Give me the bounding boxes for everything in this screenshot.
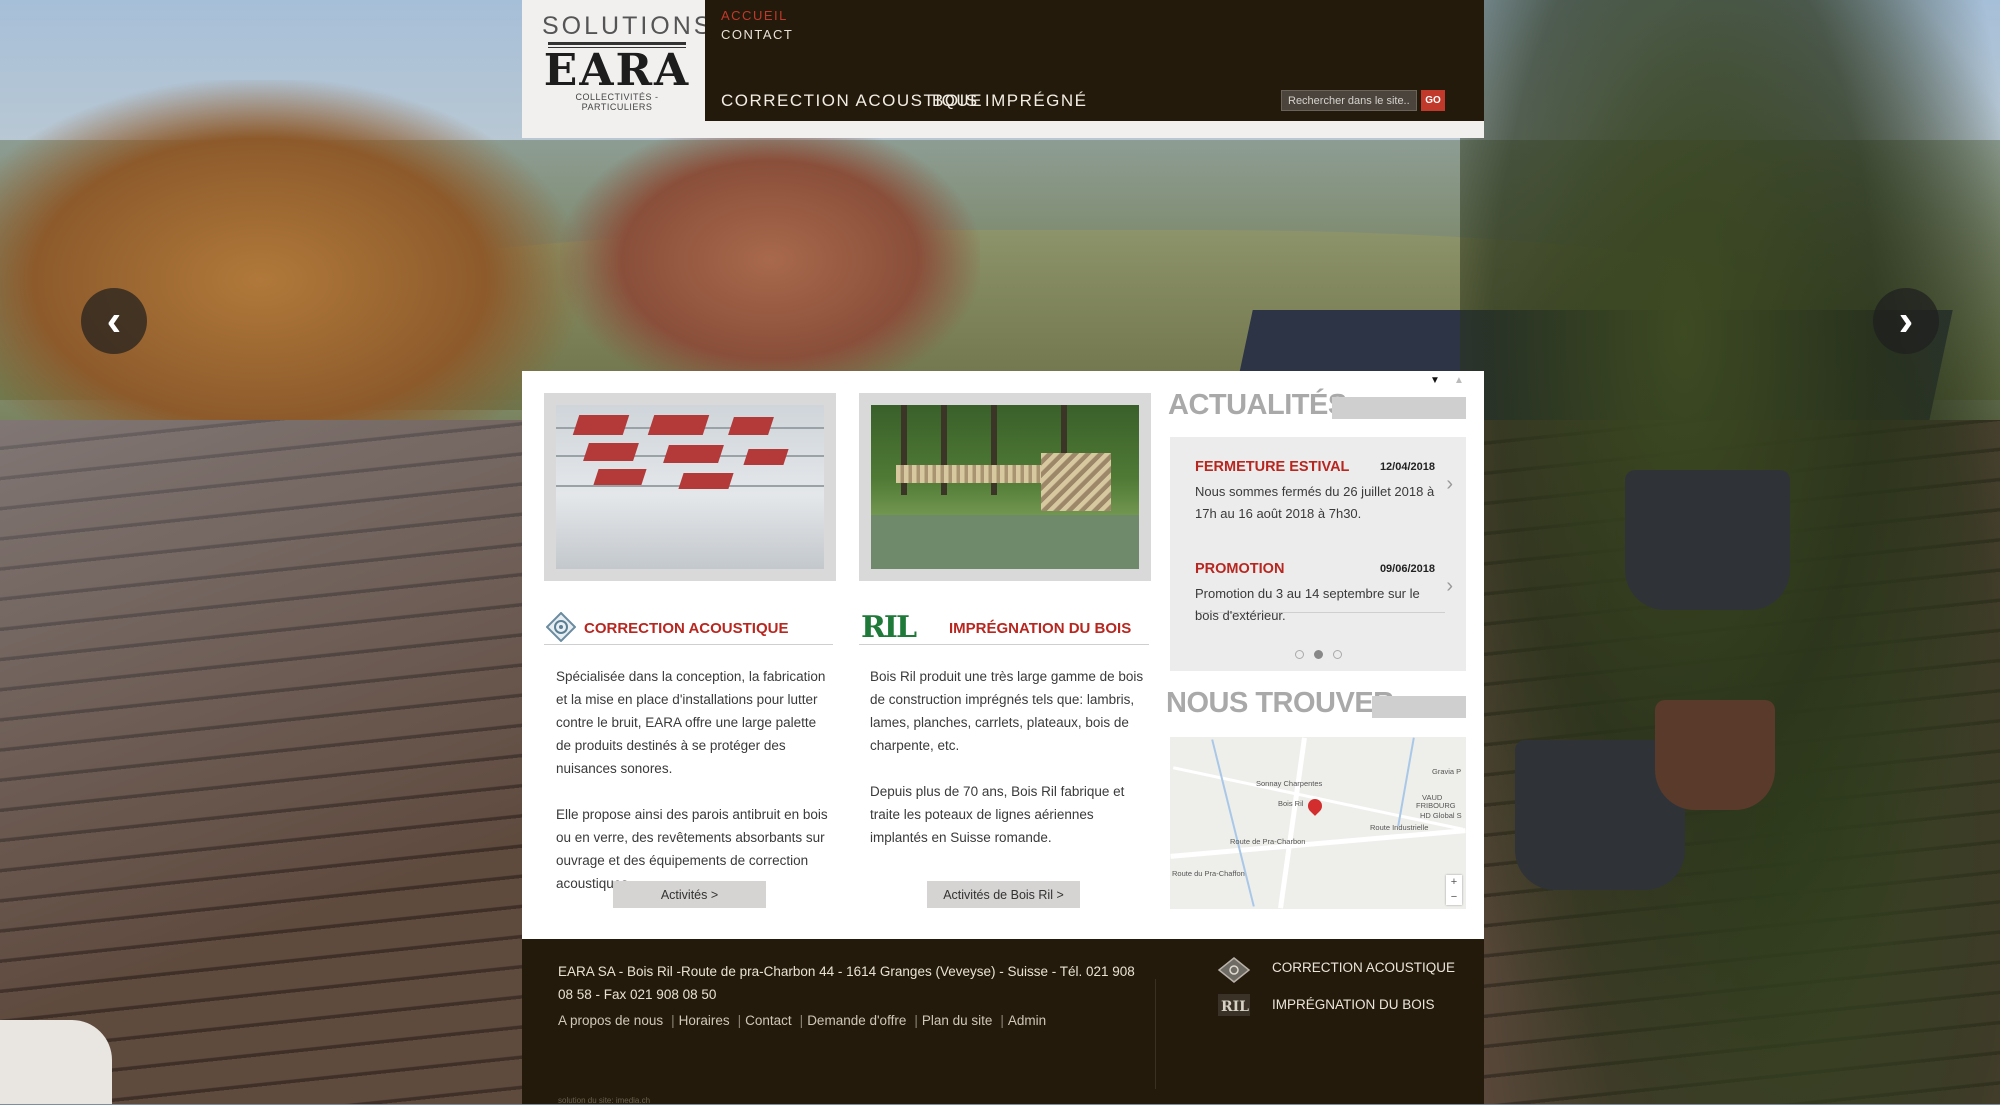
acoustic-image[interactable] <box>544 393 836 581</box>
site-header: SOLUTIONS EARA COLLECTIVITÉS - PARTICULI… <box>522 0 1484 138</box>
footer-link-sitemap[interactable]: Plan du site <box>922 1013 993 1028</box>
nav-link-contact[interactable]: CONTACT <box>721 27 793 42</box>
footer-link-hours[interactable]: Horaires <box>679 1013 730 1028</box>
search-input[interactable] <box>1281 90 1417 111</box>
site-footer: EARA SA - Bois Ril -Route de pra-Charbon… <box>522 939 1484 1105</box>
news-dot-3[interactable] <box>1333 650 1342 659</box>
nav-link-bois-impregne[interactable]: BOIS IMPRÉGNÉ <box>932 91 1088 111</box>
footer-link-correction-acoustique[interactable]: CORRECTION ACOUSTIQUE <box>1272 960 1455 975</box>
footer-link-contact[interactable]: Contact <box>745 1013 792 1028</box>
news-item[interactable]: FERMETURE ESTIVAL 12/04/2018 Nous sommes… <box>1195 459 1453 525</box>
logo-brand-text: EARA <box>543 45 691 96</box>
footer-address: EARA SA - Bois Ril -Route de pra-Charbon… <box>558 964 1135 1002</box>
search-go-button[interactable]: GO <box>1421 90 1445 111</box>
footer-links: A propos de nous | Horaires | Contact | Demand… <box>558 1013 1047 1028</box>
nav-link-accueil[interactable]: ACCUEIL <box>721 8 788 23</box>
chevron-right-icon[interactable]: › <box>1446 575 1453 598</box>
chevron-left-icon: ‹ <box>106 296 122 345</box>
zoom-in-icon[interactable]: + <box>1446 875 1462 890</box>
slider-prev-button[interactable]: ‹ <box>81 288 147 354</box>
footer-link-about[interactable]: A propos de nous <box>558 1013 663 1028</box>
collapse-up-icon[interactable]: ▲ <box>1454 375 1464 386</box>
map-zoom-control[interactable]: + − <box>1446 875 1462 905</box>
logo-top-text: SOLUTIONS <box>542 12 714 40</box>
wood-description: Bois Ril produit une très large gamme de… <box>870 669 1144 845</box>
bois-ril-activities-button[interactable]: Activités de Bois Ril > <box>927 881 1080 908</box>
main-navigation: ACCUEIL CONTACT CORRECTION ACOUSTIQUE BO… <box>705 0 1484 121</box>
news-dot-2[interactable] <box>1314 650 1323 659</box>
news-box: FERMETURE ESTIVAL 12/04/2018 Nous sommes… <box>1170 437 1466 671</box>
bois-ril-logo-icon: RIL <box>1218 994 1250 1016</box>
news-pagination <box>1295 650 1342 659</box>
find-us-title: NOUS TROUVER <box>1166 687 1394 719</box>
location-map[interactable]: Sonnay Charpentes Bois Ril Gravia P VAUD… <box>1170 737 1466 909</box>
footer-link-quote[interactable]: Demande d'offre <box>807 1013 906 1028</box>
acoustic-title: CORRECTION ACOUSTIQUE <box>584 620 789 637</box>
news-item[interactable]: PROMOTION 09/06/2018 Promotion du 3 au 1… <box>1195 561 1453 627</box>
wood-title: IMPRÉGNATION DU BOIS <box>949 620 1132 637</box>
news-dot-1[interactable] <box>1295 650 1304 659</box>
collapse-down-icon[interactable]: ▼ <box>1430 375 1440 386</box>
wood-section-title: RIL IMPRÉGNATION DU BOIS <box>859 610 1149 645</box>
site-logo[interactable]: SOLUTIONS EARA COLLECTIVITÉS - PARTICULI… <box>542 12 714 112</box>
bois-ril-logo: RIL <box>861 610 917 645</box>
news-title: ACTUALITÉS <box>1168 389 1347 421</box>
activities-button[interactable]: Activités > <box>613 881 766 908</box>
acoustic-logo-icon <box>1217 957 1251 983</box>
footer-link-impregnation[interactable]: IMPRÉGNATION DU BOIS <box>1272 997 1435 1012</box>
acoustic-logo-icon <box>546 612 576 642</box>
svg-text:RIL: RIL <box>1221 999 1249 1015</box>
acoustic-section-title: CORRECTION ACOUSTIQUE <box>544 612 833 645</box>
chevron-right-icon: › <box>1898 296 1914 345</box>
footer-link-admin[interactable]: Admin <box>1008 1013 1046 1028</box>
zoom-out-icon[interactable]: − <box>1446 890 1462 905</box>
main-content: ▼ ▲ CORRECTION ACOUSTIQUE Spécialisée da… <box>522 371 1484 939</box>
chevron-right-icon[interactable]: › <box>1446 473 1453 496</box>
wood-image[interactable] <box>859 393 1151 581</box>
slider-next-button[interactable]: › <box>1873 288 1939 354</box>
